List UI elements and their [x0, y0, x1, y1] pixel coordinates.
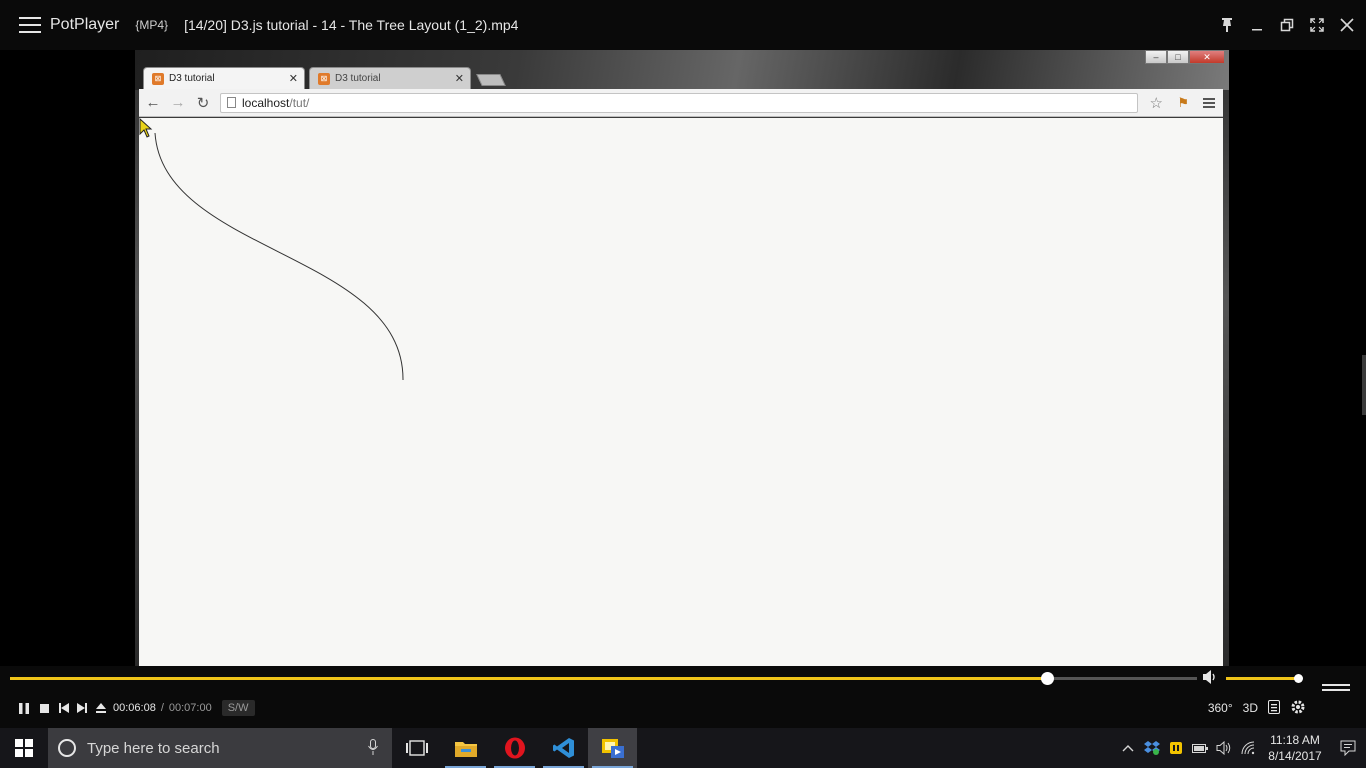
volume-slider[interactable]: [1226, 674, 1303, 683]
search-placeholder: Type here to search: [87, 739, 220, 757]
minimize-icon[interactable]: [1248, 16, 1266, 34]
taskbar-search-box[interactable]: Type here to search: [48, 728, 392, 768]
favicon-icon: ⊠: [152, 72, 164, 85]
battery-icon[interactable]: [1188, 728, 1212, 768]
window-controls: [1218, 0, 1356, 50]
browser-window-controls: – □ ✕: [1145, 50, 1225, 64]
browser-menu-icon: [1203, 97, 1215, 108]
url-host: localhost: [242, 95, 290, 110]
360-mode-button[interactable]: 360°: [1208, 701, 1233, 715]
eject-icon[interactable]: [94, 698, 108, 718]
video-frame-browser-window: – □ ✕ ⊠ D3 tutorial ✕ ⊠ D3 tutorial ✕ ← …: [135, 50, 1229, 666]
seek-bar-fill: [10, 677, 1048, 680]
wifi-icon[interactable]: [1236, 728, 1260, 768]
vscode-icon[interactable]: [539, 728, 588, 768]
stop-icon[interactable]: [37, 698, 51, 718]
dropbox-icon[interactable]: [1140, 728, 1164, 768]
d3-link-path: [154, 132, 404, 381]
task-view-icon[interactable]: [392, 728, 441, 768]
tab-label: D3 tutorial: [169, 73, 215, 84]
clock-date: 8/14/2017: [1268, 749, 1322, 763]
format-badge: {MP4}: [135, 18, 169, 32]
cortana-icon: [58, 739, 76, 757]
fullscreen-icon[interactable]: [1308, 16, 1326, 34]
video-area[interactable]: – □ ✕ ⊠ D3 tutorial ✕ ⊠ D3 tutorial ✕ ← …: [0, 50, 1366, 666]
volume-thumb[interactable]: [1294, 674, 1303, 683]
clock-time: 11:18 AM: [1270, 733, 1320, 747]
favicon-icon: ⊠: [318, 72, 330, 85]
action-center-icon[interactable]: [1330, 728, 1366, 768]
system-clock[interactable]: 11:18 AM 8/14/2017: [1260, 732, 1330, 764]
seek-row: [0, 666, 1366, 702]
show-hidden-icons-chevron-up-icon[interactable]: [1116, 728, 1140, 768]
browser-tab-inactive: ⊠ D3 tutorial ✕: [309, 67, 471, 89]
forward-icon: →: [170, 94, 186, 111]
browser-page: [139, 118, 1223, 666]
system-tray: 11:18 AM 8/14/2017: [1116, 728, 1366, 768]
new-tab-icon: [476, 74, 506, 86]
settings-gear-icon[interactable]: [1290, 699, 1306, 718]
close-icon[interactable]: [1338, 16, 1356, 34]
pause-icon[interactable]: [17, 698, 31, 718]
browser-maximize-icon: □: [1167, 50, 1189, 64]
tab-close-icon: ✕: [454, 73, 464, 85]
browser-toolbar: ← → ↻ localhost/tut/ ☆ ⚑: [139, 89, 1223, 117]
microphone-icon[interactable]: [368, 738, 378, 758]
time-separator: /: [160, 702, 164, 714]
extension-icon: ⚑: [1177, 94, 1189, 110]
browser-close-icon: ✕: [1189, 50, 1225, 64]
back-icon: ←: [145, 94, 161, 111]
restore-icon[interactable]: [1278, 16, 1296, 34]
page-icon: [227, 97, 236, 108]
file-title: [14/20] D3.js tutorial - 14 - The Tree L…: [184, 17, 519, 33]
speaker-icon[interactable]: [1212, 728, 1236, 768]
next-icon[interactable]: [75, 698, 89, 718]
main-menu-icon[interactable]: [19, 17, 41, 33]
tab-close-icon: ✕: [288, 73, 298, 85]
potplayer-icon[interactable]: [588, 728, 637, 768]
controls-row: 00:06:08 / 00:07:00 S/W 360° 3D: [0, 692, 1366, 724]
seek-bar[interactable]: [10, 672, 1197, 685]
url-path: /tut/: [289, 95, 310, 110]
reload-icon: ↻: [196, 94, 210, 112]
potplayer-tray-icon[interactable]: [1164, 728, 1188, 768]
time-total: 00:07:00: [168, 702, 212, 714]
previous-icon[interactable]: [57, 698, 71, 718]
pin-icon[interactable]: [1218, 16, 1236, 34]
browser-tabstrip: ⊠ D3 tutorial ✕ ⊠ D3 tutorial ✕: [143, 67, 506, 89]
mouse-cursor-icon: [139, 118, 153, 138]
browser-minimize-icon: –: [1145, 50, 1167, 64]
file-explorer-icon[interactable]: [441, 728, 490, 768]
sw-decoder-badge[interactable]: S/W: [221, 700, 255, 716]
windows-taskbar: Type here to search 11:18 AM 8/14/2017: [0, 728, 1366, 768]
tab-label: D3 tutorial: [335, 73, 381, 84]
side-panel-handle[interactable]: [1362, 355, 1366, 415]
right-controls: 360° 3D: [1208, 692, 1306, 724]
app-name: PotPlayer: [50, 16, 120, 33]
subtitle-icon[interactable]: [1268, 699, 1280, 717]
windows-start-icon[interactable]: [0, 728, 48, 768]
player-titlebar: PotPlayer {MP4} [14/20] D3.js tutorial -…: [0, 0, 1366, 50]
seek-thumb[interactable]: [1041, 672, 1055, 685]
volume-icon[interactable]: [1202, 670, 1218, 687]
opera-icon[interactable]: [490, 728, 539, 768]
bookmark-star-icon: ☆: [1149, 94, 1163, 112]
browser-tab-active: ⊠ D3 tutorial ✕: [143, 67, 305, 89]
time-current: 00:06:08: [113, 702, 156, 714]
address-bar: localhost/tut/: [220, 92, 1138, 113]
3d-mode-button[interactable]: 3D: [1243, 701, 1258, 715]
volume-fill: [1226, 677, 1298, 680]
